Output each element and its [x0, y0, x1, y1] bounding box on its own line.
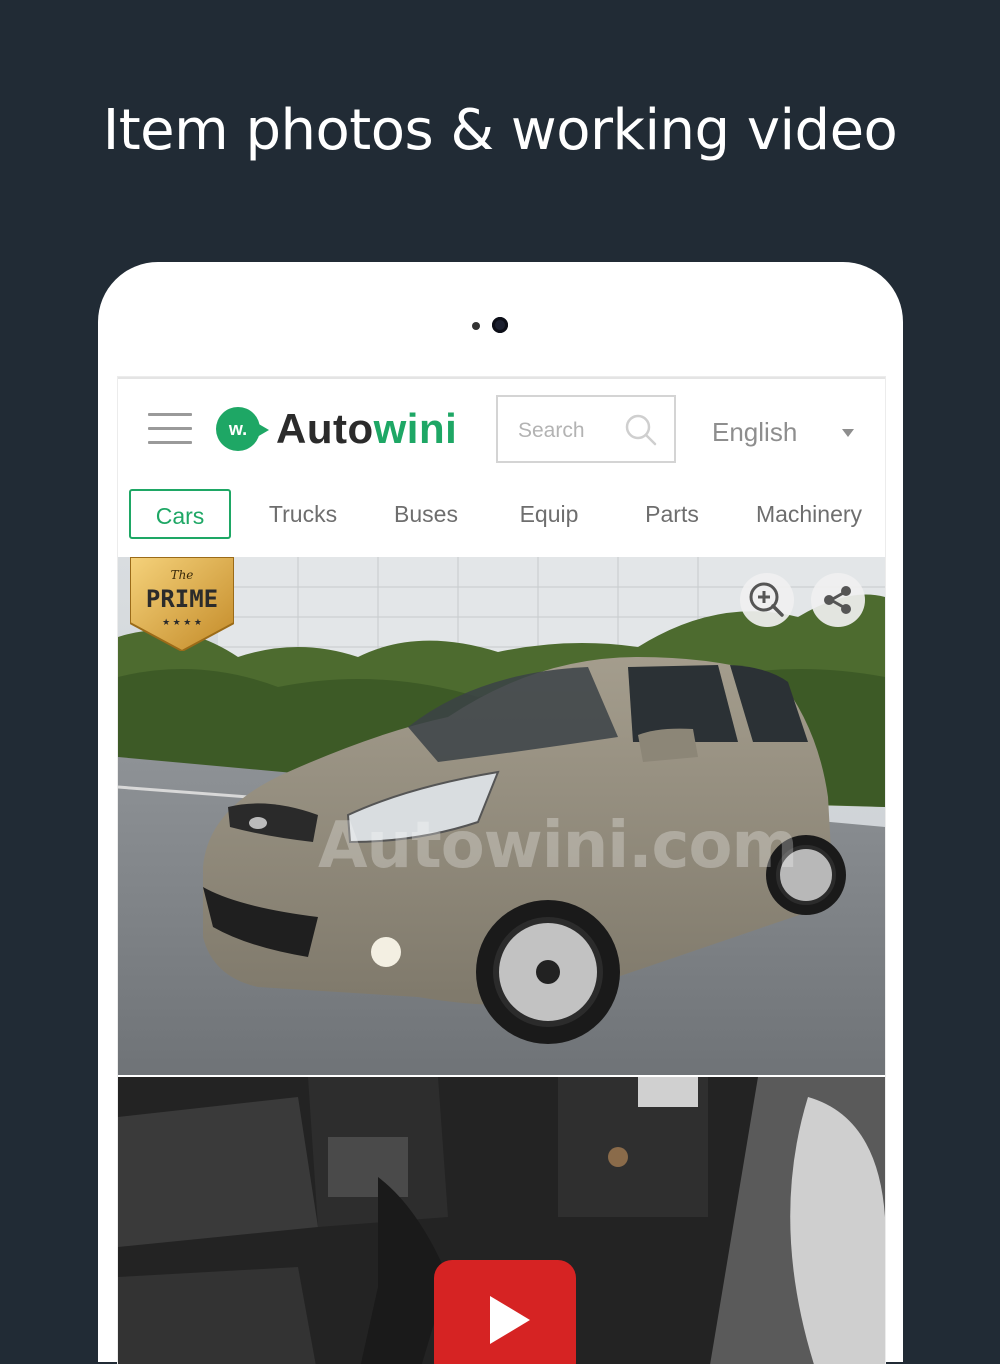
- app-screen: w. Autowini English Cars Trucks Buses Eq…: [118, 377, 885, 1364]
- menu-icon[interactable]: [148, 413, 192, 447]
- prime-badge-label: PRIME: [146, 585, 218, 613]
- prime-badge-small-text: The: [171, 568, 194, 582]
- svg-text:★ ★ ★ ★: ★ ★ ★ ★: [162, 617, 202, 627]
- category-tabs: Cars Trucks Buses Equip Parts Machinery: [118, 489, 885, 543]
- headline: Item photos & working video: [102, 98, 898, 163]
- logo-text: Autowini: [276, 405, 457, 453]
- logo-mark: w.: [216, 407, 269, 451]
- car-photo[interactable]: Autowini.com The PRIME ★ ★ ★ ★: [118, 557, 885, 1075]
- photo-watermark: Autowini.com: [318, 809, 798, 883]
- sensor-dot: [472, 322, 480, 330]
- tab-trucks[interactable]: Trucks: [253, 489, 353, 539]
- play-button[interactable]: [434, 1260, 576, 1364]
- share-icon: [824, 586, 851, 614]
- tab-machinery[interactable]: Machinery: [745, 489, 873, 539]
- prime-badge: The PRIME ★ ★ ★ ★: [130, 557, 234, 651]
- top-bar: w. Autowini English: [118, 379, 885, 479]
- search-input[interactable]: [516, 415, 620, 447]
- search-box[interactable]: [496, 395, 676, 463]
- tab-parts[interactable]: Parts: [622, 489, 722, 539]
- engine-video-thumbnail[interactable]: [118, 1077, 885, 1364]
- language-select[interactable]: English: [712, 417, 797, 448]
- zoom-in-icon: [749, 582, 784, 617]
- play-icon: [490, 1296, 530, 1344]
- tablet-frame: w. Autowini English Cars Trucks Buses Eq…: [98, 262, 903, 1364]
- search-icon[interactable]: [624, 413, 658, 447]
- logo-text-auto: Auto: [276, 405, 374, 452]
- zoom-button[interactable]: [740, 573, 794, 627]
- front-camera: [492, 317, 508, 333]
- logo-text-wini: wini: [373, 405, 458, 452]
- tab-equip[interactable]: Equip: [499, 489, 599, 539]
- tab-buses[interactable]: Buses: [376, 489, 476, 539]
- share-button[interactable]: [811, 573, 865, 627]
- chevron-down-icon[interactable]: [842, 429, 854, 437]
- tab-cars[interactable]: Cars: [129, 489, 231, 539]
- autowini-logo[interactable]: w. Autowini: [216, 405, 457, 453]
